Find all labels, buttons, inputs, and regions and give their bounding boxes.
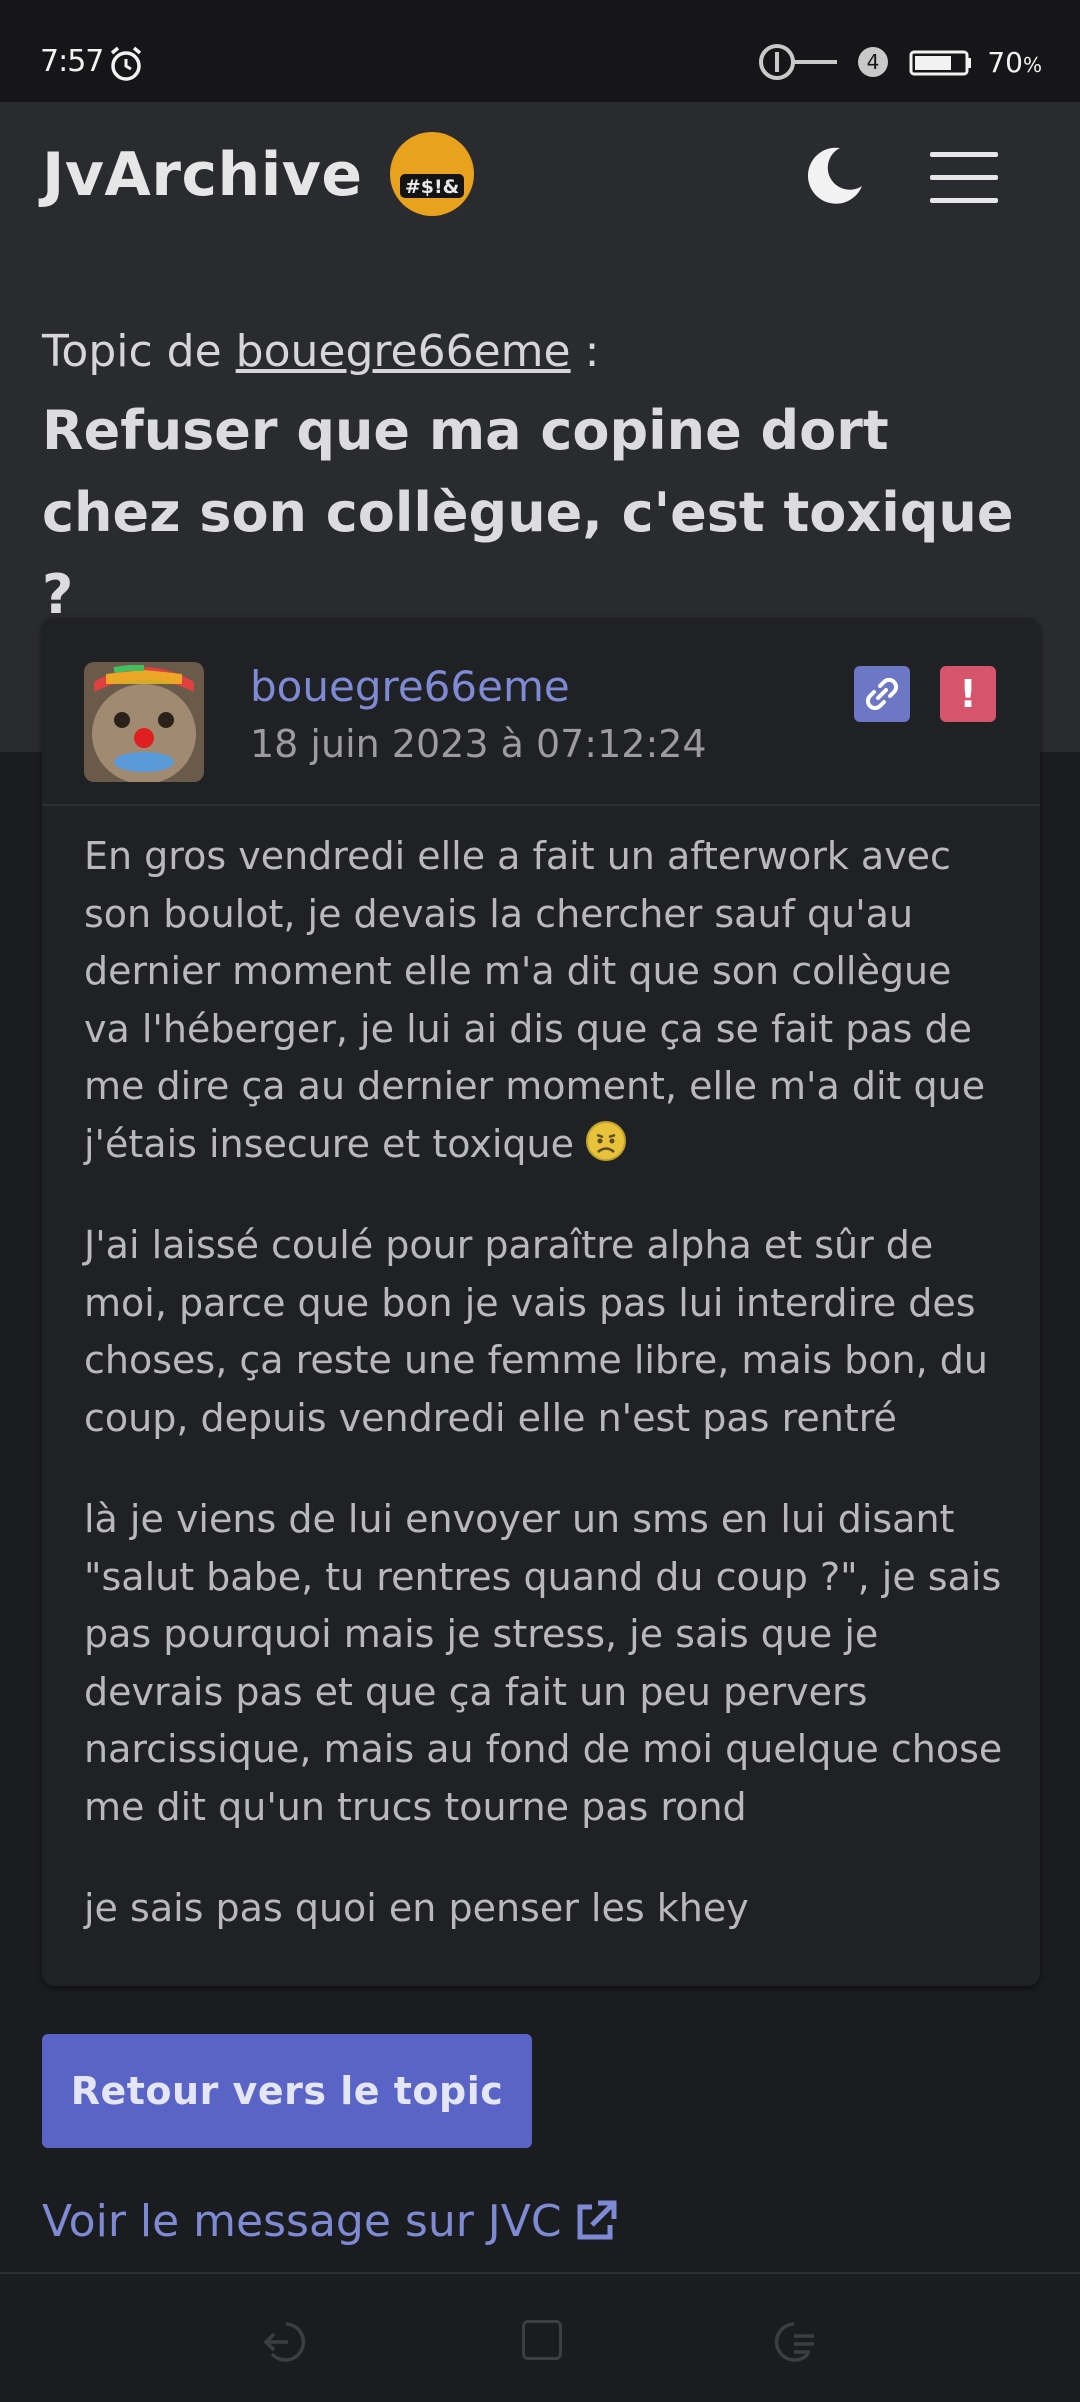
divider: [42, 804, 1040, 806]
post-body: En gros vendredi elle a fait un afterwor…: [84, 828, 1004, 1982]
site-logo-text[interactable]: JvArchive: [42, 140, 363, 210]
recents-icon[interactable]: [766, 2314, 822, 2370]
topic-byline: Topic de bouegre66eme :: [42, 326, 599, 377]
report-button[interactable]: !: [940, 666, 996, 722]
back-to-topic-button[interactable]: Retour vers le topic: [42, 2034, 532, 2148]
key-icon: [759, 44, 838, 80]
battery-percent: 70%: [987, 45, 1042, 79]
topic-title: Refuser que ma copine dort chez son coll…: [42, 399, 1014, 626]
topic-suffix: :: [584, 326, 600, 377]
permalink-button[interactable]: [854, 666, 910, 722]
link-icon: [865, 677, 899, 711]
status-bar: 7:57 4 70%: [0, 0, 1080, 102]
sad-face-icon: [586, 1120, 627, 1161]
status-right: 4 70%: [751, 40, 1042, 84]
notification-badge-icon: 4: [858, 47, 889, 77]
post-date: 18 juin 2023 à 07:12:24: [250, 722, 707, 766]
post-paragraph: là je viens de lui envoyer un sms en lui…: [84, 1497, 1003, 1829]
hamburger-menu-icon[interactable]: [928, 150, 1000, 206]
post-author-link[interactable]: bouegre66eme: [250, 662, 570, 711]
post-paragraph: En gros vendredi elle a fait un afterwor…: [84, 834, 986, 1166]
post-card: bouegre66eme 18 juin 2023 à 07:12:24 ! E…: [42, 618, 1040, 1986]
back-icon[interactable]: [258, 2314, 314, 2370]
dark-mode-toggle-icon[interactable]: [800, 142, 866, 208]
post-paragraph: je sais pas quoi en penser les khey: [84, 1886, 749, 1930]
avatar[interactable]: [84, 662, 204, 782]
home-icon[interactable]: [522, 2320, 562, 2360]
view-on-jvc-link[interactable]: Voir le message sur JVC: [42, 2196, 618, 2247]
alarm-icon: [110, 46, 142, 81]
notification-count: 4: [867, 50, 880, 74]
system-nav-bar: [0, 2272, 1080, 2402]
status-time: 7:57: [40, 44, 104, 79]
external-link-icon: [577, 2200, 617, 2239]
topic-prefix: Topic de: [42, 326, 222, 377]
battery-icon: [909, 50, 972, 76]
post-paragraph: J'ai laissé coulé pour paraître alpha et…: [84, 1223, 988, 1440]
svg-text:#$!&: #$!&: [405, 176, 459, 198]
topic-author-link[interactable]: bouegre66eme: [236, 326, 571, 377]
view-on-jvc-label: Voir le message sur JVC: [42, 2196, 562, 2247]
swearing-emoji-icon: #$!&: [390, 132, 474, 216]
